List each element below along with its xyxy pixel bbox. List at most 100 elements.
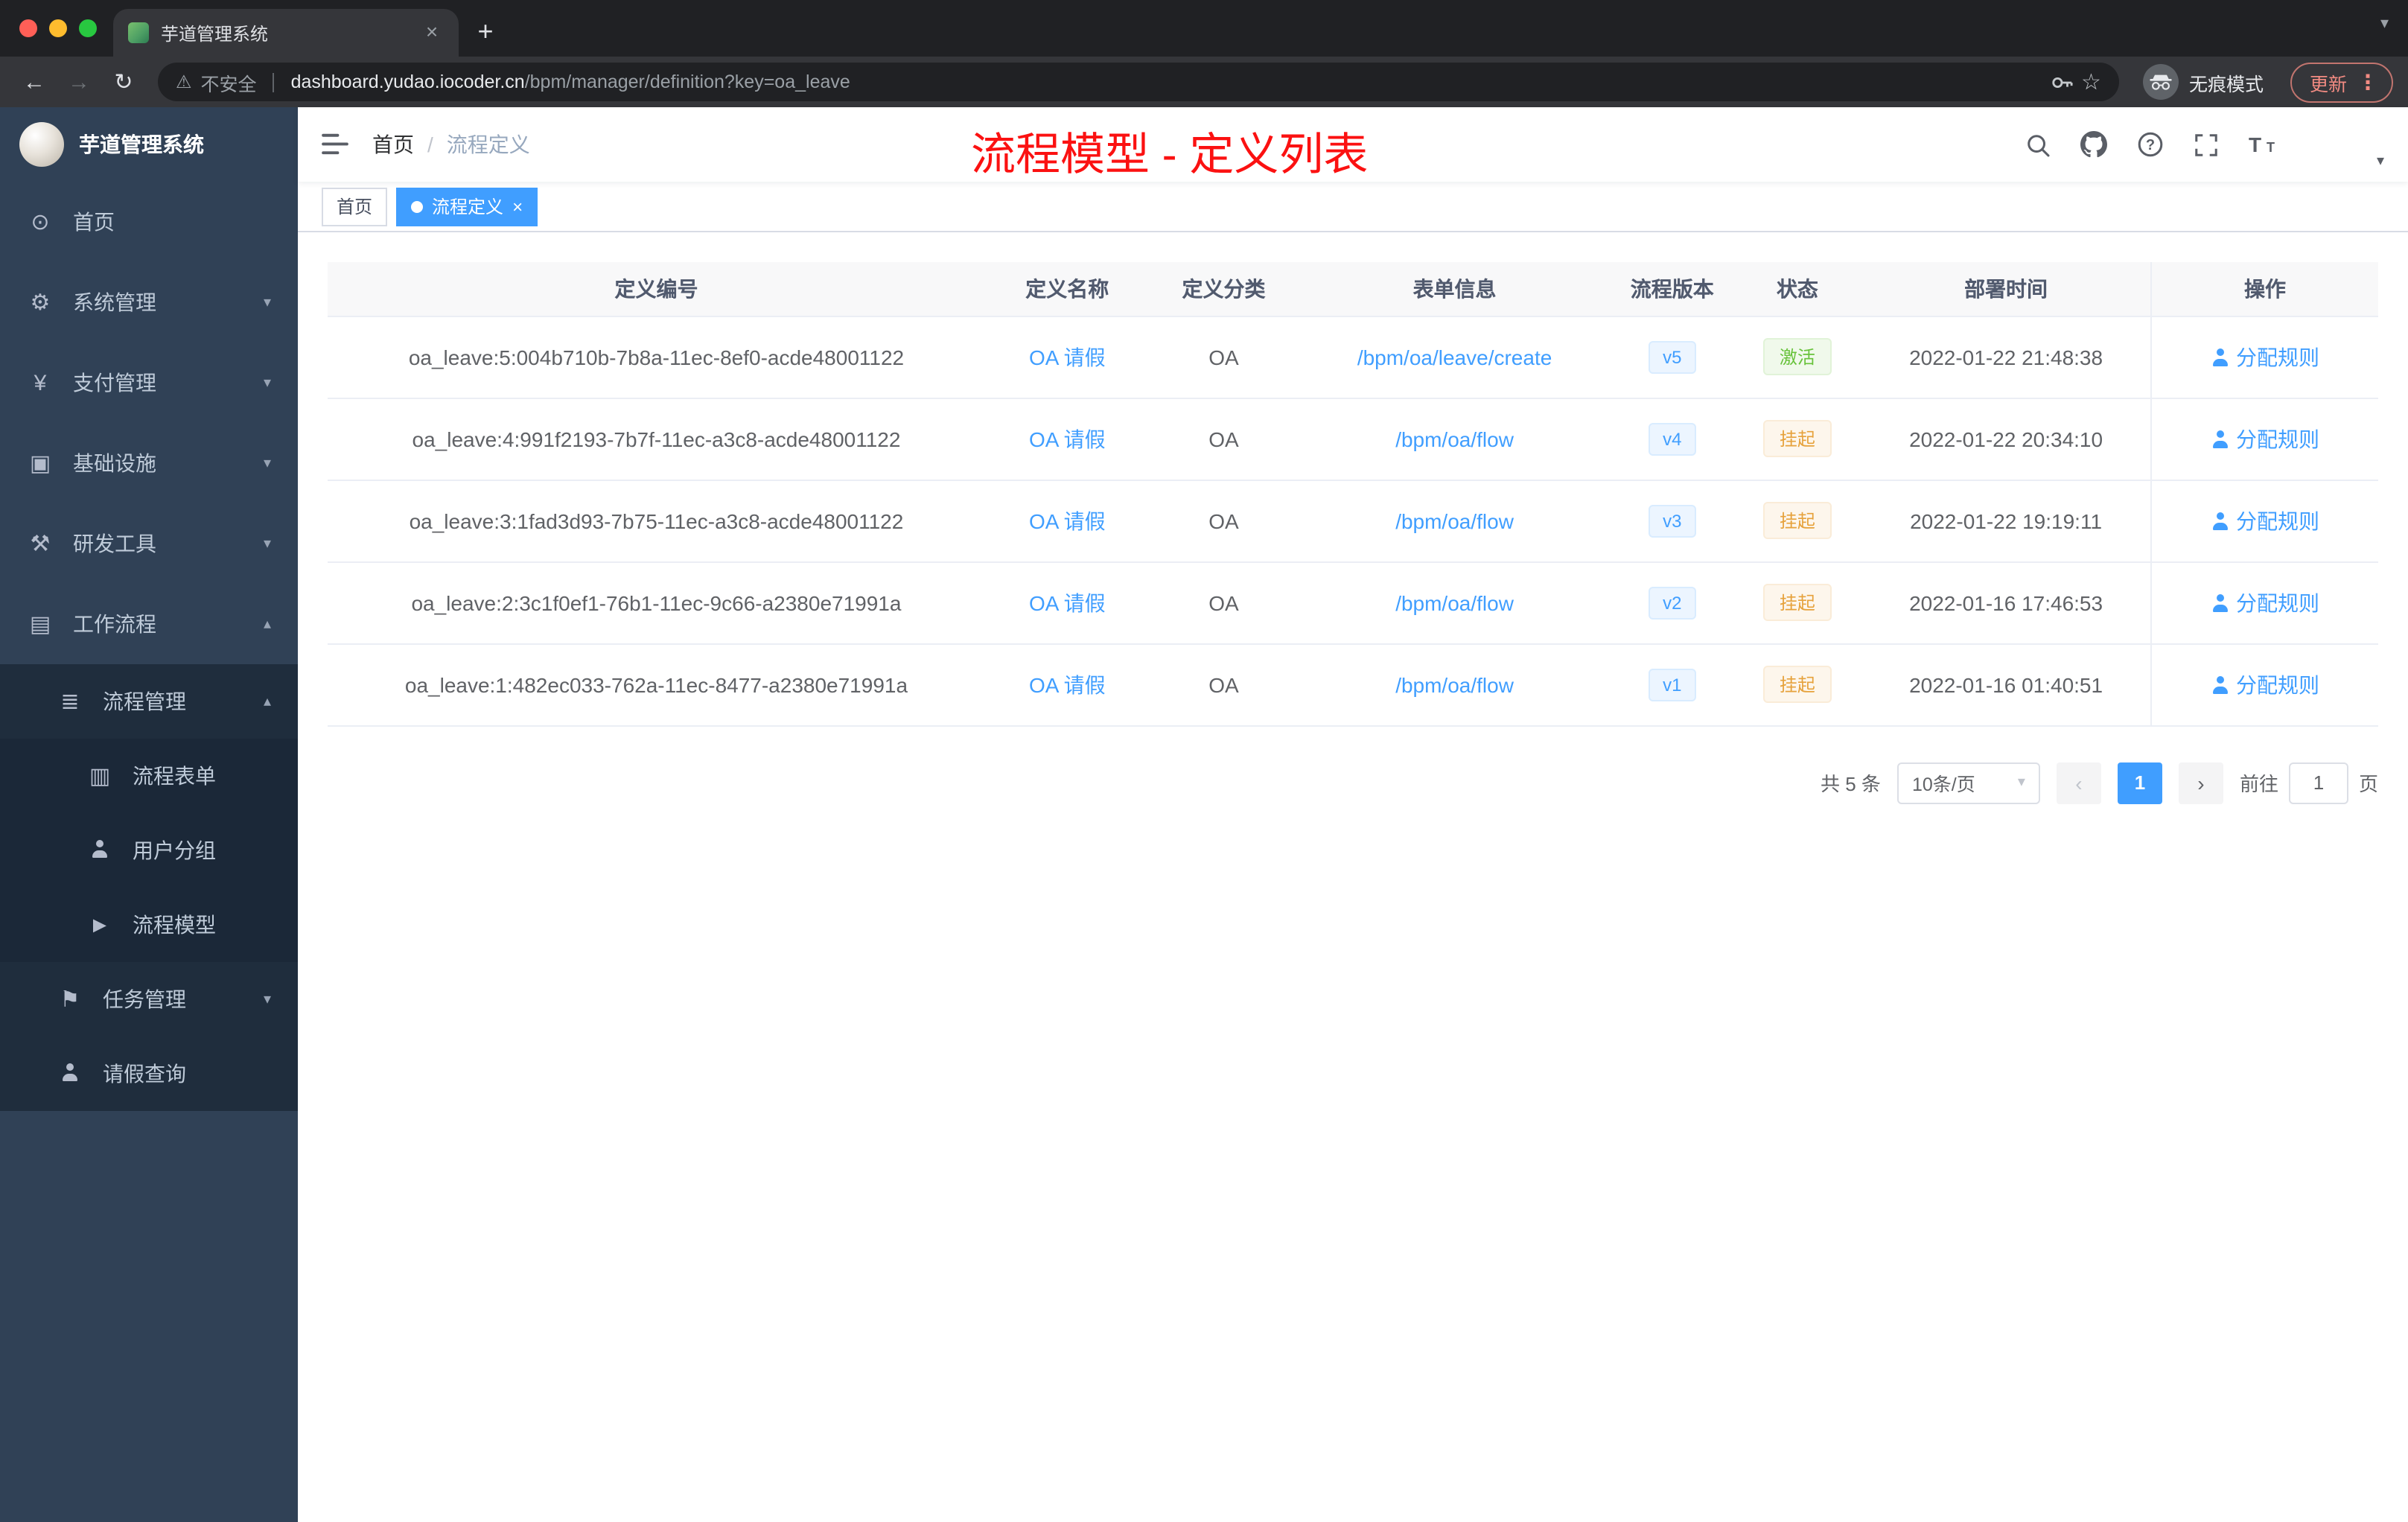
tab-close-icon[interactable]: × [420, 20, 444, 45]
back-icon[interactable]: ← [15, 63, 54, 101]
cell-form-info: /bpm/oa/flow [1298, 561, 1611, 644]
page-number-1[interactable]: 1 [2117, 762, 2162, 803]
cell-deploy-time: 2022-01-22 20:34:10 [1861, 398, 2152, 480]
fullscreen-icon[interactable] [2194, 132, 2219, 157]
prev-page-button[interactable]: ‹ [2056, 762, 2101, 803]
chevron-up-icon: ▴ [263, 693, 271, 710]
close-window-button[interactable] [19, 19, 37, 37]
github-icon[interactable] [2080, 131, 2107, 158]
zoom-window-button[interactable] [79, 19, 97, 37]
sidebar-item-infrastructure[interactable]: ▣ 基础设施 ▾ [0, 423, 298, 503]
sidebar-item-system[interactable]: ⚙ 系统管理 ▾ [0, 262, 298, 343]
table-row: oa_leave:3:1fad3d93-7b75-11ec-a3c8-acde4… [328, 480, 2378, 562]
cell-version: v1 [1611, 643, 1733, 726]
form-link[interactable]: /bpm/oa/leave/create [1357, 345, 1552, 369]
cell-definition-name: OA 请假 [984, 643, 1150, 726]
cell-version: v4 [1611, 398, 1733, 480]
url-omnibox[interactable]: ⚠ 不安全 dashboard.yudao.iocoder.cn/bpm/man… [158, 63, 2119, 101]
sidebar-item-leave-query[interactable]: 请假查询 [0, 1037, 298, 1111]
sidebar-item-home[interactable]: ⊙ 首页 [0, 182, 298, 262]
forward-icon[interactable]: → [60, 63, 98, 101]
cell-category: OA [1149, 643, 1299, 726]
breadcrumb-home[interactable]: 首页 [372, 130, 414, 159]
breadcrumb-current: 流程定义 [446, 133, 530, 156]
definition-name-link[interactable]: OA 请假 [1029, 509, 1106, 532]
font-size-icon[interactable]: TT [2249, 133, 2280, 156]
browser-update-button[interactable]: 更新 ⋮ [2290, 62, 2393, 102]
sidebar-item-payment[interactable]: ¥ 支付管理 ▾ [0, 343, 298, 423]
sidebar-item-process-management[interactable]: ≣ 流程管理 ▴ [0, 664, 298, 739]
assign-rule-link[interactable]: 分配规则 [2211, 588, 2319, 617]
update-label: 更新 [2309, 74, 2347, 95]
tag-home[interactable]: 首页 [322, 187, 388, 226]
paper-plane-icon: ► [89, 912, 111, 937]
cell-definition-id: oa_leave:2:3c1f0ef1-76b1-11ec-9c66-a2380… [328, 561, 985, 644]
incognito-badge: 无痕模式 [2134, 64, 2272, 100]
user-menu[interactable]: ▾ [2316, 119, 2384, 170]
next-page-button[interactable]: › [2178, 762, 2223, 803]
sidebar-item-process-model[interactable]: ► 流程模型 [0, 888, 298, 962]
logo-title: 芋道管理系统 [79, 133, 204, 156]
help-icon[interactable]: ? [2137, 131, 2164, 158]
col-definition-id: 定义编号 [328, 262, 985, 316]
cell-category: OA [1149, 398, 1299, 480]
cell-definition-name: OA 请假 [984, 480, 1150, 562]
browser-tab[interactable]: 芋道管理系统 × [113, 9, 459, 57]
reload-icon[interactable]: ↻ [104, 63, 143, 101]
assign-rule-link[interactable]: 分配规则 [2211, 424, 2319, 453]
search-icon[interactable] [2025, 132, 2051, 157]
tools-icon: ⚒ [30, 532, 51, 557]
cell-status: 挂起 [1733, 480, 1862, 562]
sidebar-item-workflow[interactable]: ▤ 工作流程 ▴ [0, 584, 298, 664]
yen-icon: ¥ [34, 370, 47, 395]
security-label[interactable]: 不安全 [201, 68, 257, 96]
navbar-actions: ? TT ▾ [2025, 119, 2384, 170]
definition-name-link[interactable]: OA 请假 [1029, 590, 1106, 614]
sidebar-item-user-group[interactable]: 用户分组 [0, 813, 298, 888]
sidebar-item-process-form[interactable]: ▥ 流程表单 [0, 739, 298, 813]
sidebar-item-task-management[interactable]: ⚑ 任务管理 ▾ [0, 962, 298, 1037]
sidebar-collapse-icon[interactable] [322, 133, 348, 156]
chevron-down-icon: ▾ [263, 455, 271, 471]
person-icon [2211, 512, 2229, 529]
url-host: dashboard.yudao.iocoder.cn [290, 71, 525, 92]
assign-rule-link[interactable]: 分配规则 [2211, 342, 2319, 372]
chevron-down-icon: ▾ [263, 294, 271, 311]
chevron-up-icon: ▴ [263, 616, 271, 632]
bookmark-star-icon[interactable]: ☆ [2081, 69, 2101, 95]
definition-name-link[interactable]: OA 请假 [1029, 427, 1106, 450]
form-link[interactable]: /bpm/oa/flow [1395, 427, 1514, 450]
form-icon: ▥ [89, 764, 111, 789]
svg-text:?: ? [2146, 137, 2155, 153]
sidebar-item-label: 支付管理 [73, 371, 156, 395]
minimize-window-button[interactable] [49, 19, 67, 37]
new-tab-button[interactable]: + [465, 10, 506, 52]
table-row: oa_leave:1:482ec033-762a-11ec-8477-a2380… [328, 643, 2378, 726]
assign-rule-link[interactable]: 分配规则 [2211, 669, 2319, 699]
page-size-select[interactable]: 10条/页 ▾ [1896, 762, 2040, 803]
tag-close-icon[interactable]: × [512, 196, 523, 217]
monitor-icon: ▣ [29, 451, 51, 477]
tab-search-chevron-icon[interactable]: ▾ [2380, 13, 2389, 33]
definition-name-link[interactable]: OA 请假 [1029, 672, 1106, 696]
form-link[interactable]: /bpm/oa/flow [1395, 509, 1514, 532]
table-row: oa_leave:4:991f2193-7b7f-11ec-a3c8-acde4… [328, 398, 2378, 480]
cell-definition-name: OA 请假 [984, 316, 1150, 398]
goto-page-input[interactable] [2288, 762, 2348, 803]
col-form-info: 表单信息 [1298, 262, 1611, 316]
form-link[interactable]: /bpm/oa/flow [1395, 672, 1514, 696]
definition-name-link[interactable]: OA 请假 [1029, 345, 1106, 369]
browser-menu-icon[interactable]: ⋮ [2357, 69, 2378, 95]
tag-process-definition[interactable]: 流程定义 × [396, 187, 538, 226]
assign-rule-link[interactable]: 分配规则 [2211, 506, 2319, 535]
person-icon [57, 1061, 83, 1086]
sidebar-item-devtools[interactable]: ⚒ 研发工具 ▾ [0, 503, 298, 584]
cell-version: v2 [1611, 561, 1733, 644]
form-link[interactable]: /bpm/oa/flow [1395, 590, 1514, 614]
sidebar-item-label: 流程管理 [103, 690, 186, 713]
cell-form-info: /bpm/oa/flow [1298, 643, 1611, 726]
table-row: oa_leave:2:3c1f0ef1-76b1-11ec-9c66-a2380… [328, 561, 2378, 644]
sidebar-logo[interactable]: 芋道管理系统 [0, 107, 298, 182]
cell-category: OA [1149, 561, 1299, 644]
password-key-icon[interactable] [2050, 71, 2072, 93]
